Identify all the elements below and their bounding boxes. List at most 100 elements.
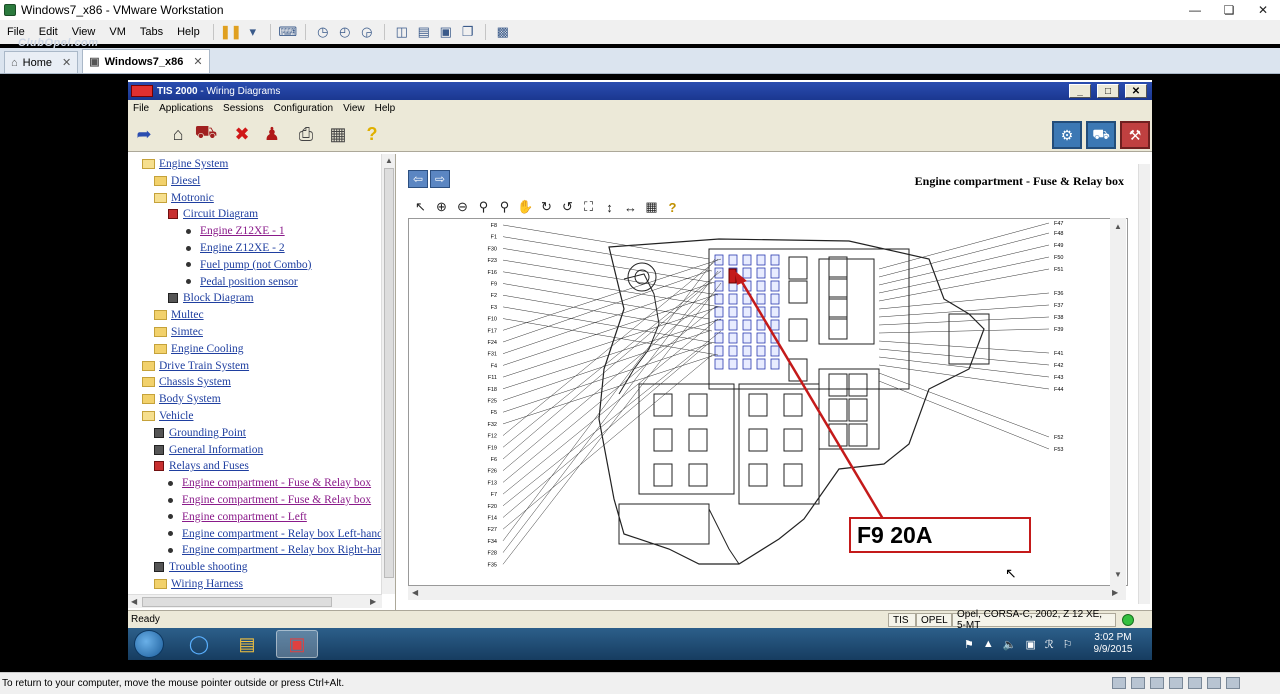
tree-item[interactable]: Engine Z12XE - 2 [186, 240, 285, 256]
zoom-area-icon[interactable]: ⚲ [494, 197, 515, 217]
scroll-up-icon[interactable]: ▲ [1114, 222, 1122, 231]
usb-icon[interactable] [1169, 677, 1183, 689]
tree-item-label[interactable]: Grounding Point [169, 427, 246, 439]
unity-icon[interactable]: ❐ [457, 22, 479, 42]
tree-item[interactable]: Engine compartment - Fuse & Relay box [168, 492, 371, 508]
sound-icon[interactable] [1188, 677, 1202, 689]
tree-item[interactable]: Body System [142, 391, 221, 407]
fit-height-icon[interactable]: ↕ [599, 197, 620, 217]
rotate-left-icon[interactable]: ↺ [557, 197, 578, 217]
rotate-right-icon[interactable]: ↻ [536, 197, 557, 217]
fit-width-icon[interactable]: ↔ [620, 197, 641, 217]
scrollbar-thumb[interactable] [142, 597, 332, 607]
scroll-right-icon[interactable]: ▶ [370, 597, 376, 606]
tree-item[interactable]: Pedal position sensor [186, 274, 298, 290]
scroll-down-icon[interactable]: ▼ [1114, 570, 1122, 579]
tree-vertical-scrollbar[interactable]: ▲ [381, 154, 395, 594]
tree-item[interactable]: Chassis System [142, 374, 231, 390]
menu-help[interactable]: Help [170, 26, 207, 38]
minimize-button[interactable]: — [1178, 0, 1212, 20]
tree-item[interactable]: Motronic [154, 190, 214, 206]
tree-item[interactable]: Engine compartment - Fuse & Relay box [168, 475, 371, 491]
tree-item[interactable]: Relays and Fuses [154, 458, 249, 474]
scroll-right-icon[interactable]: ▶ [1112, 588, 1118, 597]
action-center-icon[interactable]: ⚑ [964, 638, 974, 651]
tree-horizontal-scrollbar[interactable]: ◀ ▶ [128, 594, 382, 608]
tree-item-label[interactable]: General Information [169, 444, 263, 456]
tis-minimize-button[interactable]: _ [1069, 84, 1091, 98]
repair-icon[interactable]: ⚒ [1120, 121, 1150, 149]
diagram-horizontal-scrollbar[interactable]: ◀ ▶ [408, 586, 1126, 600]
tree-item-label[interactable]: Trouble shooting [169, 561, 248, 573]
back-arrow-icon[interactable]: ⇦ [408, 170, 428, 188]
scrollbar-thumb[interactable] [384, 168, 394, 578]
tree-item-label[interactable]: Wiring Harness [171, 578, 243, 590]
zoom-in-icon[interactable]: ⊕ [431, 197, 452, 217]
tree-item-label[interactable]: Body System [159, 393, 221, 405]
zoom-icon[interactable]: ⚲ [473, 197, 494, 217]
vehicle-info-icon[interactable]: ⛟ [1086, 121, 1116, 149]
printer-icon[interactable] [1207, 677, 1221, 689]
fit-page-icon[interactable]: ⛶ [578, 197, 599, 217]
help-icon[interactable]: ? [360, 122, 384, 146]
menu-tabs[interactable]: Tabs [133, 26, 170, 38]
hdd-icon[interactable] [1112, 677, 1126, 689]
bluetooth-icon[interactable]: ℛ [1045, 638, 1054, 651]
tree-item[interactable]: Circuit Diagram [168, 206, 258, 222]
tree-item[interactable]: Engine Cooling [154, 341, 244, 357]
zoom-out-icon[interactable]: ⊖ [452, 197, 473, 217]
tree-item[interactable]: Multec [154, 307, 204, 323]
tree-item[interactable]: Engine compartment - Relay box Right-han… [168, 542, 389, 558]
tree-item-label[interactable]: Multec [171, 309, 204, 321]
panel-vertical-scrollbar[interactable] [1138, 164, 1150, 604]
start-button[interactable] [134, 630, 164, 658]
system-clock[interactable]: 3:02 PM 9/9/2015 [1088, 632, 1138, 656]
tree-item-label[interactable]: Diesel [171, 175, 200, 187]
tree-item[interactable]: Wiring Harness [154, 576, 243, 592]
snapshot-icon[interactable]: ◷ [312, 22, 334, 42]
scroll-left-icon[interactable]: ◀ [131, 597, 137, 606]
tree-item-label[interactable]: Engine compartment - Relay box Left-hand [182, 528, 383, 540]
tree-item-label[interactable]: Pedal position sensor [200, 276, 298, 288]
scroll-up-icon[interactable]: ▲ [385, 156, 393, 165]
tree-item[interactable]: Engine System [142, 156, 228, 172]
f9-fuse-highlight[interactable] [728, 268, 737, 284]
tree-item-label[interactable]: Drive Train System [159, 360, 249, 372]
tree-item[interactable]: Drive Train System [142, 358, 249, 374]
tree-item-label[interactable]: Engine Z12XE - 2 [200, 242, 285, 254]
internet-explorer-icon[interactable]: ◯ [178, 630, 220, 658]
tis-close-button[interactable]: ✕ [1125, 84, 1147, 98]
tis-menu-view[interactable]: View [338, 103, 370, 114]
print-icon[interactable]: ⎙ [294, 122, 318, 146]
tis-taskbar-icon[interactable]: ▣ [276, 630, 318, 658]
restore-button[interactable]: ❏ [1212, 0, 1246, 20]
tree-item[interactable]: Diesel [154, 173, 200, 189]
tis-maximize-button[interactable]: □ [1097, 84, 1119, 98]
close-button[interactable]: ✕ [1246, 0, 1280, 20]
tis-menu-applications[interactable]: Applications [154, 103, 218, 114]
tab-windows7[interactable]: ▣ Windows7_x86 ✕ [82, 49, 210, 73]
tree-item-label[interactable]: Relays and Fuses [169, 460, 249, 472]
fullscreen-icon[interactable]: ▣ [435, 22, 457, 42]
tree-item-label[interactable]: Engine compartment - Relay box Right-han… [182, 544, 389, 556]
tree-item[interactable]: Engine Z12XE - 1 [186, 223, 285, 239]
thumbnail-view-icon[interactable]: ▩ [492, 22, 514, 42]
help-icon[interactable]: ? [662, 197, 683, 217]
pointer-icon[interactable]: ↖ [410, 197, 431, 217]
network-adapter-icon[interactable] [1150, 677, 1164, 689]
tab-home[interactable]: ⌂ Home ✕ [4, 51, 79, 73]
arrow-icon[interactable]: ▲ [983, 638, 994, 650]
user-icon[interactable]: ♟ [260, 122, 284, 146]
tree-item-label[interactable]: Vehicle [159, 410, 193, 422]
console-view-icon[interactable]: ▤ [413, 22, 435, 42]
tree-item[interactable]: General Information [154, 442, 263, 458]
tis-menu-sessions[interactable]: Sessions [218, 103, 269, 114]
cd-icon[interactable] [1131, 677, 1145, 689]
send-keys-icon[interactable]: ⌨ [277, 22, 299, 42]
tree-item[interactable]: Fuel pump (not Combo) [186, 257, 312, 273]
tree-item-label[interactable]: Engine Z12XE - 1 [200, 225, 285, 237]
flag-icon[interactable]: ⚐ [1063, 638, 1073, 651]
exit-door-icon[interactable]: ➦ [132, 122, 156, 146]
calculator-icon[interactable]: ▦ [326, 122, 350, 146]
forward-arrow-icon[interactable]: ⇨ [430, 170, 450, 188]
